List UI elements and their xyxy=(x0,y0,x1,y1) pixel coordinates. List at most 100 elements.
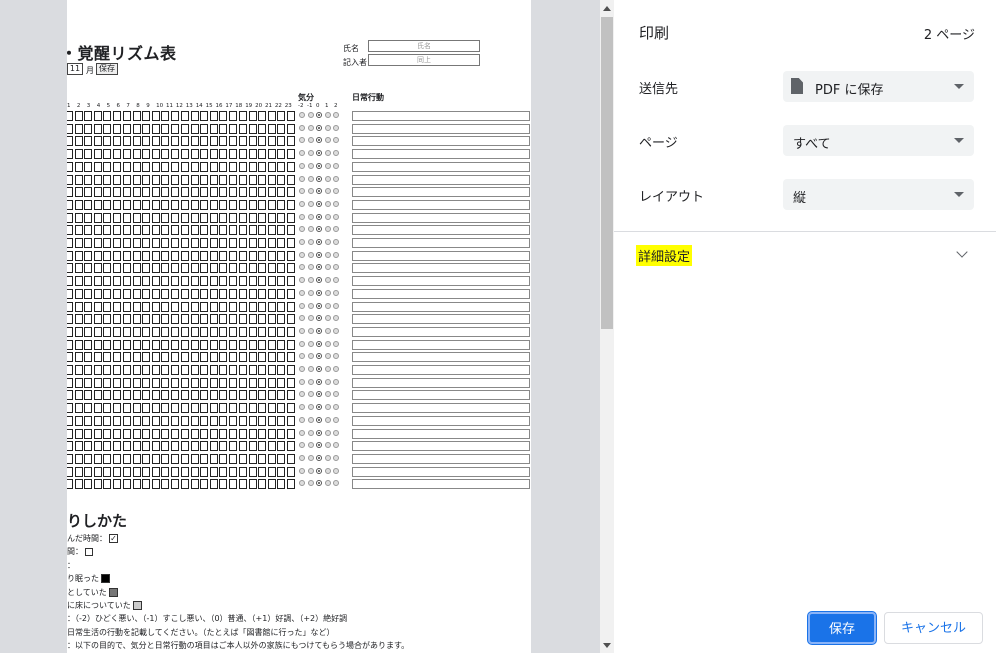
hour-cell xyxy=(170,288,179,299)
hour-cell xyxy=(123,453,131,464)
hour-cell xyxy=(190,161,199,172)
hour-cell xyxy=(151,365,160,375)
hour-cell xyxy=(267,403,276,414)
hour-cell xyxy=(267,199,276,210)
scroll-up-arrow-icon[interactable] xyxy=(603,6,611,11)
scroll-thumb[interactable] xyxy=(601,17,613,329)
hour-cell xyxy=(209,441,218,452)
hour-cell xyxy=(74,276,83,287)
howto-text: 日常生活の行動を記載してください。（たとえば「図書館に行った」など） xyxy=(67,627,335,637)
hour-label: 3 xyxy=(86,103,91,109)
hour-cell xyxy=(74,149,83,160)
hour-cell xyxy=(190,123,199,134)
activity-field xyxy=(352,466,530,477)
hour-cell xyxy=(277,403,285,414)
hour-cell xyxy=(219,326,227,337)
hour-cell xyxy=(142,212,150,223)
mood-radio xyxy=(307,404,314,411)
hour-cell xyxy=(132,301,141,312)
hour-cell xyxy=(74,428,83,439)
mood-radio xyxy=(333,340,339,347)
hour-cell xyxy=(112,377,121,388)
hour-cell xyxy=(161,111,169,121)
hour-cell xyxy=(190,174,199,185)
hour-cell xyxy=(258,301,266,312)
mood-radio xyxy=(324,112,331,118)
hour-cell xyxy=(228,390,237,401)
hour-cell xyxy=(67,314,73,325)
hour-cell xyxy=(74,403,83,414)
mood-radio xyxy=(333,327,339,334)
hour-cell xyxy=(112,390,121,401)
mood-radio xyxy=(299,124,305,131)
save-button[interactable]: 保存 xyxy=(808,612,876,644)
hour-cell xyxy=(132,352,141,363)
mood-radio xyxy=(333,378,339,385)
pages-select[interactable]: すべて xyxy=(783,125,974,156)
mood-radio xyxy=(333,404,339,411)
activity-field xyxy=(352,339,530,350)
hour-cell xyxy=(170,453,179,464)
hour-cell xyxy=(181,238,189,248)
hour-cell xyxy=(209,301,218,312)
hour-cell xyxy=(170,161,179,172)
hour-cell xyxy=(181,212,189,223)
hour-cell xyxy=(200,149,208,160)
hour-cell xyxy=(277,339,285,350)
hour-cell xyxy=(112,199,121,210)
hour-cell xyxy=(219,212,227,223)
month-unit: 月 xyxy=(86,66,94,75)
hour-cell xyxy=(132,466,141,477)
mood-scale: -2 -1 0 1 2 xyxy=(298,103,348,111)
layout-select[interactable]: 縦 xyxy=(783,179,974,210)
hour-cell xyxy=(67,403,73,414)
mood-radio xyxy=(307,366,314,372)
hour-cell xyxy=(123,339,131,350)
hour-cell xyxy=(67,352,73,363)
hour-cell xyxy=(170,187,179,198)
hour-cell xyxy=(151,250,160,261)
hour-cell xyxy=(93,479,102,490)
mood-radio xyxy=(299,467,305,474)
hour-cell xyxy=(267,288,276,299)
hour-cell xyxy=(190,187,199,198)
hour-cell xyxy=(103,377,111,388)
destination-select[interactable]: PDF に保存 xyxy=(783,71,974,102)
mood-radio xyxy=(316,264,322,271)
hour-cell xyxy=(161,339,169,350)
more-settings-toggle[interactable]: 詳細設定 xyxy=(636,245,693,266)
hour-cell xyxy=(181,390,189,401)
hour-cell xyxy=(286,187,295,198)
howto-text: ： xyxy=(67,560,75,570)
mood-radio xyxy=(299,327,305,334)
chevron-down-icon[interactable] xyxy=(956,246,968,258)
hour-cell xyxy=(181,441,189,452)
hour-cell xyxy=(142,238,150,248)
hour-cell xyxy=(170,149,179,160)
mood-radio xyxy=(307,442,314,449)
hour-cell xyxy=(200,225,208,236)
hour-label: 2 xyxy=(76,103,81,109)
hour-cell xyxy=(200,326,208,337)
hour-cell xyxy=(228,428,237,439)
hour-cell xyxy=(67,225,73,236)
hour-cell xyxy=(200,276,208,287)
hour-cell xyxy=(239,276,247,287)
mood-radio xyxy=(333,442,339,449)
hour-cell xyxy=(286,377,295,388)
activity-field xyxy=(352,326,530,337)
hour-cell xyxy=(112,149,121,160)
preview-scrollbar[interactable] xyxy=(600,0,614,653)
cancel-button[interactable]: キャンセル xyxy=(884,612,983,644)
scroll-down-arrow-icon[interactable] xyxy=(603,643,611,648)
activity-field xyxy=(352,453,530,464)
mood-radio xyxy=(307,239,314,245)
hour-cell xyxy=(151,441,160,452)
hour-cell xyxy=(132,161,141,172)
mood-radio xyxy=(324,188,331,195)
hour-cell xyxy=(84,466,92,477)
hour-cell xyxy=(84,301,92,312)
hour-cell xyxy=(67,123,73,134)
hour-cell xyxy=(209,339,218,350)
hour-cell xyxy=(200,187,208,198)
